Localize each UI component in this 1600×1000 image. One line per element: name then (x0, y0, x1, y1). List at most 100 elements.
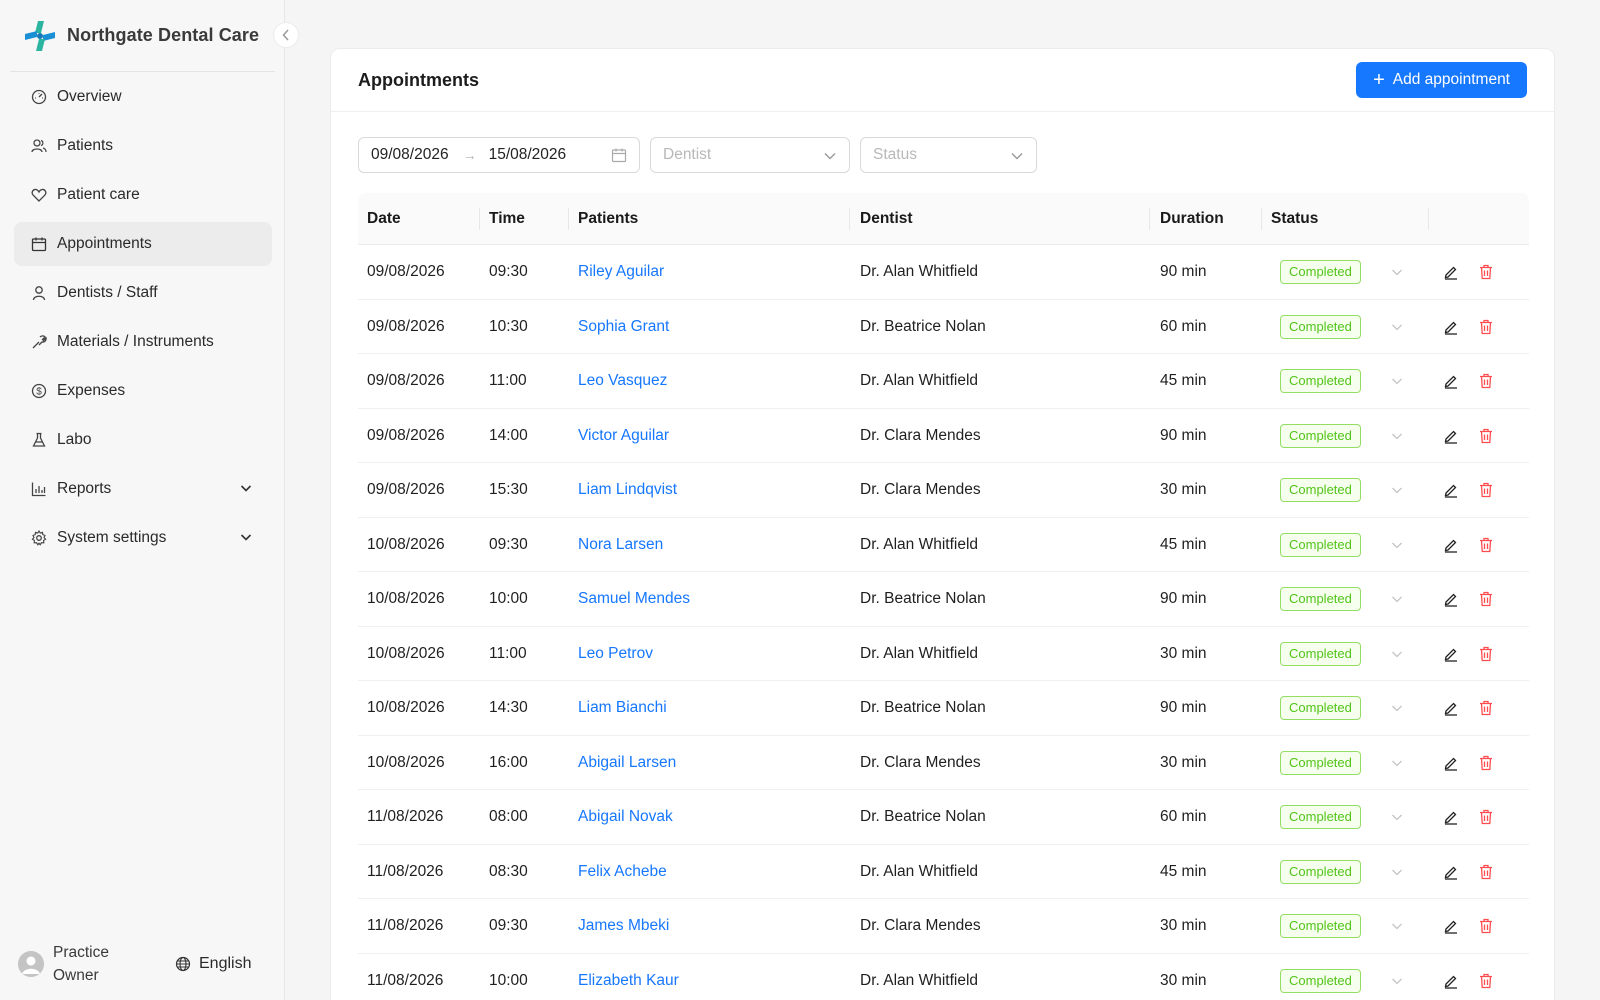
trash-icon (1480, 755, 1492, 770)
edit-button[interactable] (1443, 354, 1459, 408)
cell-duration: 30 min (1160, 644, 1207, 662)
trash-icon (1480, 482, 1492, 498)
delete-button[interactable] (1479, 899, 1493, 953)
edit-button[interactable] (1443, 518, 1459, 572)
sidebar-item-label: Reports (57, 480, 112, 497)
edit-button[interactable] (1443, 463, 1459, 517)
sidebar-item-overview[interactable]: Overview (14, 75, 272, 119)
status-dropdown-button[interactable] (1391, 572, 1403, 626)
status-dropdown-button[interactable] (1391, 954, 1403, 1000)
user-menu[interactable]: Practice Owner English (18, 936, 273, 992)
edit-button[interactable] (1443, 790, 1459, 844)
status-dropdown-button[interactable] (1391, 790, 1403, 844)
patient-link[interactable]: Liam Lindqvist (578, 463, 677, 517)
arrow-right-icon: → (462, 147, 477, 163)
collapse-sidebar-button[interactable] (273, 22, 299, 48)
status-select[interactable]: Status (860, 137, 1037, 173)
patient-link[interactable]: Nora Larsen (578, 518, 663, 572)
edit-button[interactable] (1443, 627, 1459, 681)
sidebar-item-patients[interactable]: Patients (14, 124, 272, 168)
patient-link[interactable]: Victor Aguilar (578, 409, 669, 463)
patient-link[interactable]: Felix Achebe (578, 845, 667, 899)
edit-button[interactable] (1443, 736, 1459, 790)
table-header: Date Time Patients Dentist Duration Stat… (358, 193, 1529, 245)
date-from[interactable]: 09/08/2026 (371, 146, 449, 164)
dentist-select[interactable]: Dentist (650, 137, 850, 173)
edit-button[interactable] (1443, 572, 1459, 626)
delete-button[interactable] (1479, 463, 1493, 517)
status-badge: Completed (1280, 532, 1361, 557)
sidebar-item-labo[interactable]: Labo (14, 418, 272, 462)
date-range-picker[interactable]: 09/08/2026 → 15/08/2026 (358, 137, 640, 173)
delete-button[interactable] (1479, 954, 1493, 1000)
delete-button[interactable] (1479, 736, 1493, 790)
delete-button[interactable] (1479, 627, 1493, 681)
status-dropdown-button[interactable] (1391, 300, 1403, 354)
sidebar-item-system-settings[interactable]: System settings (14, 516, 272, 560)
delete-button[interactable] (1479, 354, 1493, 408)
column-header-dentist[interactable]: Dentist (860, 193, 913, 245)
patient-link[interactable]: Leo Petrov (578, 627, 653, 681)
delete-button[interactable] (1479, 681, 1493, 735)
status-dropdown-button[interactable] (1391, 681, 1403, 735)
cell-duration: 90 min (1160, 426, 1207, 444)
plus-icon: + (1373, 69, 1385, 91)
status-dropdown-button[interactable] (1391, 736, 1403, 790)
column-header-date[interactable]: Date (367, 193, 401, 245)
column-header-duration[interactable]: Duration (1160, 193, 1224, 245)
table-row: 09/08/2026 11:00 Leo Vasquez Dr. Alan Whitf… (358, 354, 1529, 409)
sidebar-item-appointments[interactable]: Appointments (14, 222, 272, 266)
language-selector[interactable]: English (175, 936, 251, 992)
cell-status: Completed (1280, 245, 1361, 299)
edit-button[interactable] (1443, 954, 1459, 1000)
status-dropdown-button[interactable] (1391, 899, 1403, 953)
patient-link[interactable]: Liam Bianchi (578, 681, 667, 735)
column-divider (1428, 208, 1429, 230)
status-dropdown-button[interactable] (1391, 627, 1403, 681)
status-dropdown-button[interactable] (1391, 463, 1403, 517)
delete-button[interactable] (1479, 245, 1493, 299)
delete-button[interactable] (1479, 409, 1493, 463)
column-divider (1149, 208, 1150, 230)
edit-button[interactable] (1443, 899, 1459, 953)
date-to[interactable]: 15/08/2026 (489, 146, 567, 164)
add-appointment-button[interactable]: + Add appointment (1356, 62, 1527, 98)
cell-status: Completed (1280, 463, 1361, 517)
table-body: 09/08/2026 09:30 Riley Aguilar Dr. Alan Whi… (358, 245, 1529, 1000)
column-header-patients[interactable]: Patients (578, 193, 638, 245)
status-dropdown-button[interactable] (1391, 518, 1403, 572)
delete-button[interactable] (1479, 845, 1493, 899)
status-dropdown-button[interactable] (1391, 354, 1403, 408)
column-header-status[interactable]: Status (1271, 193, 1318, 245)
delete-button[interactable] (1479, 790, 1493, 844)
chevron-down-icon (1392, 814, 1402, 821)
chevron-down-icon (1392, 869, 1402, 875)
patient-link[interactable]: Abigail Novak (578, 790, 673, 844)
sidebar-item-reports[interactable]: Reports (14, 467, 272, 511)
sidebar-item-expenses[interactable]: $ Expenses (14, 369, 272, 413)
edit-button[interactable] (1443, 300, 1459, 354)
brand[interactable]: Northgate Dental Care (10, 0, 275, 72)
cell-date: 10/08/2026 (367, 590, 445, 607)
column-header-time[interactable]: Time (489, 193, 525, 245)
patient-link[interactable]: Elizabeth Kaur (578, 954, 679, 1000)
sidebar-item-patient-care[interactable]: Patient care (14, 173, 272, 217)
status-dropdown-button[interactable] (1391, 845, 1403, 899)
patient-link[interactable]: Riley Aguilar (578, 245, 664, 299)
delete-button[interactable] (1479, 572, 1493, 626)
patient-link[interactable]: James Mbeki (578, 899, 669, 953)
edit-button[interactable] (1443, 245, 1459, 299)
status-dropdown-button[interactable] (1391, 245, 1403, 299)
patient-link[interactable]: Samuel Mendes (578, 572, 690, 626)
sidebar-item-materials[interactable]: Materials / Instruments (14, 320, 272, 364)
patient-link[interactable]: Abigail Larsen (578, 736, 676, 790)
delete-button[interactable] (1479, 518, 1493, 572)
delete-button[interactable] (1479, 300, 1493, 354)
edit-button[interactable] (1443, 845, 1459, 899)
status-dropdown-button[interactable] (1391, 409, 1403, 463)
patient-link[interactable]: Sophia Grant (578, 300, 669, 354)
sidebar-item-dentists-staff[interactable]: Dentists / Staff (14, 271, 272, 315)
edit-button[interactable] (1443, 681, 1459, 735)
patient-link[interactable]: Leo Vasquez (578, 354, 667, 408)
edit-button[interactable] (1443, 409, 1459, 463)
